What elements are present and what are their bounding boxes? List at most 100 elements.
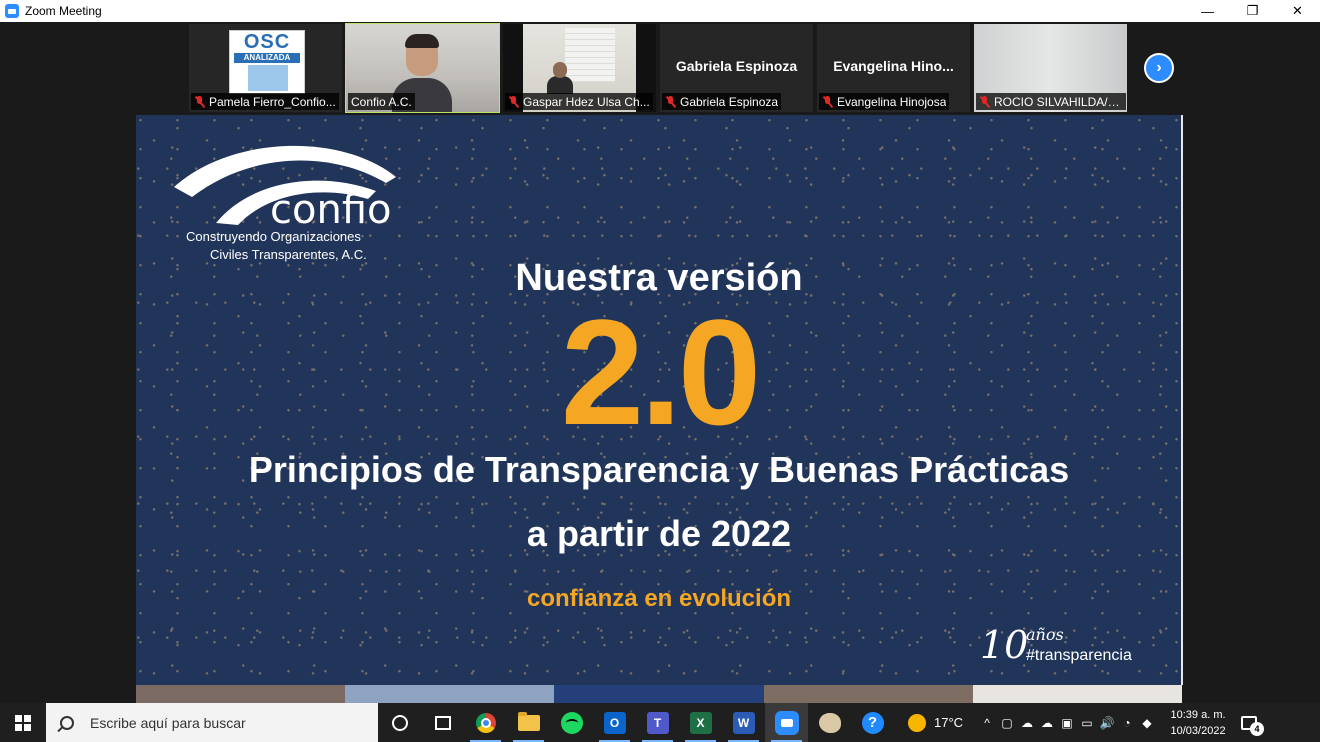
search-input[interactable] bbox=[90, 714, 350, 731]
anniversary-badge: 10 años #transparencia bbox=[980, 623, 1170, 673]
anniversary-number: 10 bbox=[980, 623, 1029, 667]
spotify-button[interactable] bbox=[550, 703, 593, 742]
word-button[interactable]: W bbox=[722, 703, 765, 742]
action-center-button[interactable]: 4 bbox=[1231, 703, 1267, 742]
spotify-icon bbox=[560, 711, 583, 734]
mic-muted-icon bbox=[665, 95, 676, 108]
participant-tile[interactable]: OSC ANALIZADA Pamela Fierro_Confio... bbox=[189, 24, 342, 112]
slide-subtitle-year: a partir de 2022 bbox=[526, 513, 792, 554]
tray-overflow-chevron[interactable]: ^ bbox=[977, 703, 997, 742]
excel-icon: X bbox=[689, 711, 712, 734]
excel-button[interactable]: X bbox=[679, 703, 722, 742]
restore-button[interactable]: ❐ bbox=[1230, 0, 1275, 22]
participant-tile-active-speaker[interactable]: Confio A.C. bbox=[345, 23, 500, 113]
display-icon[interactable]: ▣ bbox=[1057, 703, 1077, 742]
osc-analizada-logo: OSC ANALIZADA bbox=[229, 30, 305, 94]
start-button[interactable] bbox=[0, 703, 46, 742]
wifi-icon[interactable]: ◔ bbox=[1117, 703, 1137, 742]
meet-now-icon[interactable]: ▢ bbox=[997, 703, 1017, 742]
sun-icon bbox=[908, 713, 926, 732]
teams-icon: T bbox=[646, 711, 669, 734]
color-block bbox=[136, 685, 346, 703]
participant-name-bar: Evangelina Hinojosa bbox=[819, 93, 950, 110]
confio-tagline-line1: Construyendo Organizaciones bbox=[186, 229, 361, 244]
zoom-meeting-window: Zoom Meeting — ❐ ✕ OSC ANALIZADA Pamela … bbox=[0, 0, 1320, 742]
slide-color-strip bbox=[136, 685, 1183, 703]
teams-button[interactable]: T bbox=[636, 703, 679, 742]
slide-subtitle: Principios de Transparencia y Buenas Prá… bbox=[248, 449, 1070, 490]
participant-display-name: Evangelina Hino... bbox=[833, 58, 954, 74]
taskbar-clock[interactable]: 10:39 a. m. 10/03/2022 bbox=[1165, 707, 1231, 739]
chrome-button[interactable] bbox=[464, 703, 507, 742]
cortana-icon bbox=[391, 714, 408, 731]
weather-widget[interactable]: 17°C bbox=[908, 713, 964, 732]
file-explorer-button[interactable] bbox=[507, 703, 550, 742]
participant-name-bar: ROCIO SILVAHILDA/E... bbox=[976, 93, 1126, 110]
paint-icon bbox=[818, 712, 841, 733]
participant-name: Evangelina Hinojosa bbox=[837, 94, 947, 109]
zoom-app-icon bbox=[5, 4, 19, 18]
participant-name-bar: Confio A.C. bbox=[348, 93, 415, 110]
title-bar: Zoom Meeting — ❐ ✕ bbox=[0, 0, 1320, 22]
volume-icon[interactable]: 🔊 bbox=[1097, 703, 1117, 742]
windows-taskbar: O T X W ? 17°C ^ ▢ ☁ ☁ ▣ ▭ 🔊 ◔ ◆ 10:39 a… bbox=[0, 703, 1320, 742]
participant-name-bar: Pamela Fierro_Confio... bbox=[191, 93, 339, 110]
color-block bbox=[345, 685, 555, 703]
battery-icon[interactable]: ▭ bbox=[1077, 703, 1097, 742]
task-view-icon bbox=[434, 715, 451, 730]
participant-tile[interactable]: ROCIO SILVAHILDA/E... bbox=[974, 24, 1127, 112]
taskbar-search[interactable] bbox=[46, 703, 378, 742]
participant-tile[interactable]: Gabriela Espinoza Gabriela Espinoza bbox=[660, 24, 813, 112]
help-button[interactable]: ? bbox=[851, 703, 894, 742]
participant-name-bar: Gaspar Hdez Ulsa Ch... bbox=[505, 93, 653, 110]
onedrive-icon[interactable]: ☁ bbox=[1017, 703, 1037, 742]
zoom-taskbar-button[interactable] bbox=[765, 703, 808, 742]
zoom-icon bbox=[774, 710, 799, 735]
system-tray: ^ ▢ ☁ ☁ ▣ ▭ 🔊 ◔ ◆ bbox=[977, 703, 1157, 742]
clock-date: 10/03/2022 bbox=[1170, 724, 1226, 737]
anniversary-years: años bbox=[1026, 625, 1064, 644]
windows-logo-icon bbox=[15, 714, 31, 731]
chrome-icon bbox=[475, 712, 496, 733]
help-icon: ? bbox=[861, 711, 884, 734]
participant-person bbox=[547, 62, 573, 94]
color-block bbox=[554, 685, 764, 703]
participant-name: Gabriela Espinoza bbox=[680, 94, 779, 109]
mic-muted-icon bbox=[508, 95, 519, 108]
notification-count-badge: 4 bbox=[1250, 722, 1265, 736]
slide-tagline: confianza en evolución bbox=[526, 585, 792, 612]
outlook-icon: O bbox=[603, 711, 626, 734]
slide-edge bbox=[1181, 115, 1183, 685]
participant-tile[interactable]: Evangelina Hino... Evangelina Hinojosa bbox=[817, 24, 970, 112]
search-icon bbox=[60, 715, 74, 730]
window-title: Zoom Meeting bbox=[25, 4, 102, 18]
word-icon: W bbox=[732, 711, 755, 734]
confio-wordmark: confio bbox=[270, 187, 392, 233]
mic-muted-icon bbox=[194, 95, 205, 108]
dropbox-icon[interactable]: ◆ bbox=[1137, 703, 1157, 742]
paint-button[interactable] bbox=[808, 703, 851, 742]
confio-logo: confio Construyendo Organizaciones Civil… bbox=[172, 141, 412, 271]
participant-name: ROCIO SILVAHILDA/E... bbox=[994, 94, 1123, 109]
participant-gallery: OSC ANALIZADA Pamela Fierro_Confio... Co… bbox=[0, 22, 1320, 114]
participant-name: Pamela Fierro_Confio... bbox=[209, 94, 336, 109]
shared-screen-slide: confio Construyendo Organizaciones Civil… bbox=[136, 115, 1182, 685]
check-icon bbox=[248, 65, 288, 91]
mic-muted-icon bbox=[979, 95, 990, 108]
weather-temperature: 17°C bbox=[934, 715, 964, 730]
anniversary-hashtag: #transparencia bbox=[1026, 647, 1132, 664]
participant-name: Gaspar Hdez Ulsa Ch... bbox=[523, 94, 650, 109]
sync-error-icon[interactable]: ☁ bbox=[1037, 703, 1057, 742]
folder-icon bbox=[517, 711, 540, 731]
minimize-button[interactable]: — bbox=[1185, 0, 1230, 22]
close-button[interactable]: ✕ bbox=[1275, 0, 1320, 22]
task-view-button[interactable] bbox=[421, 703, 464, 742]
outlook-button[interactable]: O bbox=[593, 703, 636, 742]
gallery-next-button[interactable]: › bbox=[1144, 53, 1174, 83]
clock-time: 10:39 a. m. bbox=[1170, 708, 1226, 721]
participant-tile[interactable]: Gaspar Hdez Ulsa Ch... bbox=[503, 24, 656, 112]
participant-name: Confio A.C. bbox=[351, 94, 412, 109]
participant-display-name: Gabriela Espinoza bbox=[675, 58, 798, 74]
cortana-button[interactable] bbox=[378, 703, 421, 742]
participant-name-bar: Gabriela Espinoza bbox=[662, 93, 782, 110]
